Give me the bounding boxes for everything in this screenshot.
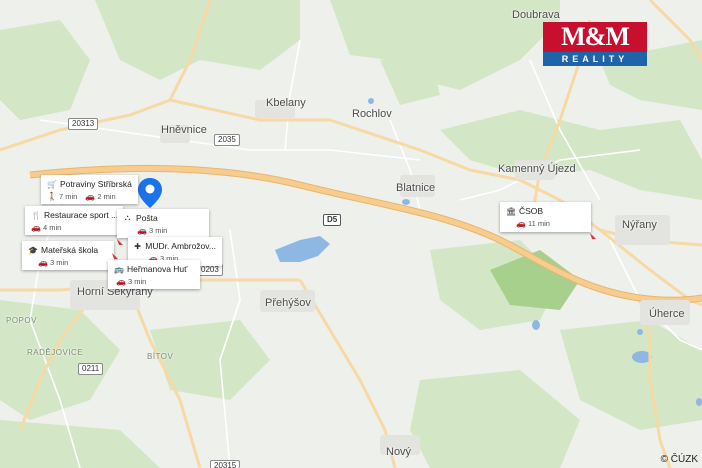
place-label-kamenny-ujezd: Kamenný Újezd bbox=[498, 163, 576, 175]
poi-card-materska-skola[interactable]: 🎓 Mateřská škola 🚗 3 min bbox=[22, 241, 114, 270]
road-shield-20313: 20313 bbox=[68, 118, 99, 130]
poi-name: MUDr. Ambrožov... bbox=[145, 241, 216, 251]
poi-card-posta[interactable]: ⛬ Pošta 🚗 3 min bbox=[117, 209, 209, 238]
poi-drive-time: 3 min bbox=[149, 226, 168, 235]
brand-logo: M&M REALITY bbox=[543, 22, 647, 68]
school-icon: 🎓 bbox=[28, 245, 38, 255]
poi-name: Pošta bbox=[136, 213, 158, 223]
place-label-uherce: Úherce bbox=[649, 308, 685, 320]
poi-pointer-icon bbox=[590, 233, 596, 239]
car-icon: 🚗 bbox=[31, 223, 41, 232]
poi-card-potraviny[interactable]: 🛒 Potraviny Stříbrská 🚶 7 min 🚗 2 min bbox=[41, 175, 138, 204]
poi-name: Potraviny Stříbrská bbox=[60, 179, 132, 189]
poi-drive-time: 4 min bbox=[43, 223, 62, 232]
poi-pointer-icon bbox=[112, 253, 118, 259]
road-shield-2035: 2035 bbox=[214, 134, 240, 146]
poi-card-hermanova-hut[interactable]: 🚌 Heřmanova Huť 🚗 3 min bbox=[108, 260, 200, 289]
restaurant-icon: 🍴 bbox=[31, 210, 41, 220]
car-icon: 🚗 bbox=[516, 219, 526, 228]
car-icon: 🚗 bbox=[137, 226, 147, 235]
shopping-cart-icon: 🛒 bbox=[47, 179, 57, 189]
road-shield-20315: 20315 bbox=[210, 460, 241, 468]
car-icon: 🚗 bbox=[116, 277, 126, 286]
poi-pointer-icon bbox=[117, 239, 123, 245]
road-shield-d5: D5 bbox=[323, 214, 342, 226]
bank-icon: 🏛 bbox=[506, 206, 517, 216]
place-label-bitov: BÍTOV bbox=[147, 352, 174, 361]
place-label-radejovice: RADĚJOVICE bbox=[27, 348, 84, 357]
place-label-blatnice: Blatnice bbox=[396, 182, 436, 194]
car-icon: 🚗 bbox=[38, 258, 48, 267]
doctor-icon: ✚ bbox=[134, 241, 141, 251]
poi-card-csob[interactable]: 🏛 ČSOB 🚗 11 min bbox=[500, 202, 591, 232]
poi-walk-time: 7 min bbox=[59, 192, 78, 201]
poi-drive-time: 2 min bbox=[97, 192, 116, 201]
bus-stop-icon: 🚌 bbox=[114, 264, 124, 274]
poi-name: ČSOB bbox=[519, 206, 544, 216]
post-office-icon: ⛬ bbox=[124, 213, 131, 222]
place-label-popov: POPOV bbox=[6, 316, 37, 325]
place-label-hnevnice: Hněvnice bbox=[161, 124, 207, 136]
map-attribution: © ČÚZK bbox=[660, 454, 698, 465]
car-icon: 🚗 bbox=[85, 192, 96, 201]
place-label-kbelany: Kbelany bbox=[266, 97, 306, 109]
place-label-rochlov: Rochlov bbox=[352, 108, 392, 120]
poi-drive-time: 11 min bbox=[528, 219, 550, 228]
place-label-nyrany: Nýřany bbox=[622, 219, 657, 231]
road-shield-0211: 0211 bbox=[78, 363, 104, 375]
place-label-novy: Nový bbox=[386, 446, 412, 458]
place-label-prehysov: Přehýšov bbox=[265, 297, 311, 309]
poi-card-restaurace[interactable]: 🍴 Restaurace sport ... 🚗 4 min bbox=[25, 206, 123, 235]
property-location-pin-icon[interactable] bbox=[138, 178, 162, 208]
poi-name: Mateřská škola bbox=[41, 245, 99, 255]
map-view[interactable]: Doubrava Kbelany Hněvnice Rochlov Kamenn… bbox=[0, 0, 702, 468]
poi-drive-time: 3 min bbox=[128, 277, 147, 286]
place-label-doubrava: Doubrava bbox=[512, 9, 560, 21]
poi-name: Heřmanova Huť bbox=[127, 264, 188, 274]
poi-drive-time: 3 min bbox=[50, 258, 69, 267]
walking-icon: 🚶 bbox=[47, 192, 57, 201]
poi-name: Restaurace sport ... bbox=[44, 210, 117, 220]
